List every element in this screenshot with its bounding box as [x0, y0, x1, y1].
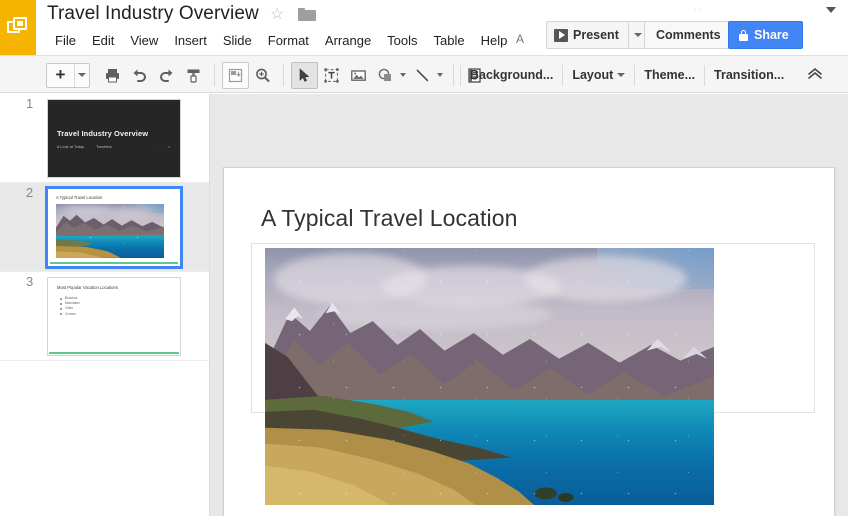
slide-canvas-area[interactable]: A Typical Travel Location	[210, 94, 848, 516]
redo-button[interactable]	[153, 62, 180, 89]
chevron-down-icon	[634, 33, 643, 37]
slide-number: 3	[26, 274, 34, 289]
thumb-accent-bar	[50, 261, 178, 264]
menu-slide[interactable]: Slide	[215, 31, 260, 50]
menu-insert[interactable]: Insert	[166, 31, 215, 50]
slide-filmstrip-panel[interactable]: 1 Travel Industry Overview A Look at Tod…	[0, 94, 210, 516]
text-box-icon	[323, 67, 340, 84]
thumb-title: A Typical Travel Location	[56, 195, 103, 200]
thumb-subtitle: A Look at Today Travelers	[57, 145, 112, 149]
present-button[interactable]: Present	[546, 21, 628, 49]
shape-button[interactable]	[372, 62, 399, 89]
current-slide[interactable]: A Typical Travel Location	[223, 167, 835, 516]
slides-logo-icon	[7, 16, 29, 39]
redo-arrow-icon	[158, 67, 175, 84]
zoom-button[interactable]	[249, 62, 276, 89]
toolbar: + Background... Layout Theme... Transiti…	[0, 55, 848, 93]
theme-button[interactable]: Theme...	[635, 64, 704, 86]
menu-bar: File Edit View Insert Slide Format Arran…	[47, 29, 515, 51]
slide-number: 1	[26, 96, 34, 111]
thumb-subtitle-left: A Look at Today	[57, 145, 85, 149]
menu-format[interactable]: Format	[260, 31, 317, 50]
thumb-page-mark: ... s	[156, 145, 172, 149]
transition-button[interactable]: Transition...	[705, 64, 793, 86]
page-title[interactable]: Travel Industry Overview	[47, 3, 259, 25]
fit-to-window-button[interactable]	[222, 61, 249, 89]
lock-icon	[739, 29, 748, 41]
layout-button[interactable]: Layout	[563, 64, 634, 86]
present-button-group: Present	[546, 21, 649, 49]
play-icon	[554, 28, 568, 42]
insert-image-button[interactable]	[345, 62, 372, 89]
menu-view[interactable]: View	[122, 31, 166, 50]
printer-icon	[104, 67, 121, 84]
chevron-down-icon	[78, 73, 86, 77]
slide-image[interactable]	[265, 248, 714, 505]
header-overflow-dots: ··	[694, 4, 702, 14]
menu-edit[interactable]: Edit	[84, 31, 122, 50]
theme-label: Theme...	[644, 68, 696, 82]
menu-table[interactable]: Table	[426, 31, 473, 50]
toolbar-right-group: Background... Layout Theme... Transition…	[460, 62, 823, 88]
google-slides-window: Travel Industry Overview ☆ File Edit Vie…	[0, 0, 848, 516]
thumb-subtitle-right: Travelers	[96, 145, 112, 149]
paint-format-button[interactable]	[180, 62, 207, 89]
slide-thumbnail-3[interactable]: Most Popular Vacation Locations Beaches …	[47, 277, 181, 356]
menu-arrange[interactable]: Arrange	[317, 31, 379, 50]
chevron-down-icon[interactable]	[826, 7, 836, 13]
thumb-bullet-list: Beaches Mountains Cities Cruises	[60, 296, 80, 317]
select-tool-button[interactable]	[291, 61, 318, 89]
transition-label: Transition...	[714, 68, 785, 82]
insert-image-icon	[350, 67, 367, 84]
cursor-arrow-icon	[296, 67, 313, 84]
paint-format-icon	[185, 67, 202, 84]
shape-icon	[377, 67, 394, 84]
comments-label: Comments	[656, 28, 721, 42]
new-slide-button[interactable]: +	[47, 64, 74, 87]
slide-number: 2	[26, 185, 34, 200]
menu-help[interactable]: Help	[473, 31, 516, 50]
menu-tools[interactable]: Tools	[379, 31, 425, 50]
share-label: Share	[754, 28, 789, 42]
shape-dropdown-caret-icon[interactable]	[400, 73, 406, 77]
slide-title-text[interactable]: A Typical Travel Location	[261, 205, 518, 232]
filmstrip-slide-1[interactable]: 1 Travel Industry Overview A Look at Tod…	[0, 94, 210, 183]
folder-icon[interactable]	[298, 8, 316, 21]
undo-button[interactable]	[126, 62, 153, 89]
new-slide-group: +	[46, 62, 90, 88]
filmstrip-slide-3[interactable]: 3 Most Popular Vacation Locations Beache…	[0, 272, 210, 361]
line-button[interactable]	[409, 62, 436, 89]
present-label: Present	[573, 28, 619, 42]
filmstrip-slide-2[interactable]: 2 A Typical Travel Location	[0, 183, 210, 272]
thumb-title: Most Popular Vacation Locations	[57, 285, 118, 290]
double-chevron-up-icon[interactable]	[807, 67, 823, 83]
layout-label: Layout	[572, 68, 614, 82]
slide-thumbnail-1[interactable]: Travel Industry Overview A Look at Today…	[47, 99, 181, 178]
undo-arrow-icon	[131, 67, 148, 84]
chevron-down-icon	[617, 73, 626, 77]
share-button[interactable]: Share	[728, 21, 803, 49]
background-button[interactable]: Background...	[461, 64, 562, 86]
text-box-button[interactable]	[318, 62, 345, 89]
toolbar-left-group: +	[46, 61, 488, 89]
save-status-text: A	[516, 32, 524, 46]
line-dropdown-caret-icon[interactable]	[437, 73, 443, 77]
menu-file[interactable]: File	[47, 31, 84, 50]
star-outline-icon[interactable]: ☆	[270, 7, 284, 23]
fit-to-window-icon	[227, 67, 244, 84]
slides-logo-tile[interactable]	[0, 0, 36, 55]
list-item: Cruises	[60, 312, 80, 317]
header-bar: Travel Industry Overview ☆ File Edit Vie…	[0, 0, 848, 55]
print-button[interactable]	[99, 62, 126, 89]
comments-button[interactable]: Comments	[644, 21, 733, 49]
thumb-title: Travel Industry Overview	[57, 129, 149, 138]
new-slide-dropdown-button[interactable]	[74, 63, 89, 87]
thumb-accent-bar	[49, 351, 179, 354]
thumb-photo	[56, 204, 164, 258]
line-icon	[414, 67, 431, 84]
zoom-magnifier-icon	[254, 67, 271, 84]
background-label: Background...	[470, 68, 554, 82]
slide-thumbnail-2[interactable]: A Typical Travel Location	[45, 186, 183, 269]
